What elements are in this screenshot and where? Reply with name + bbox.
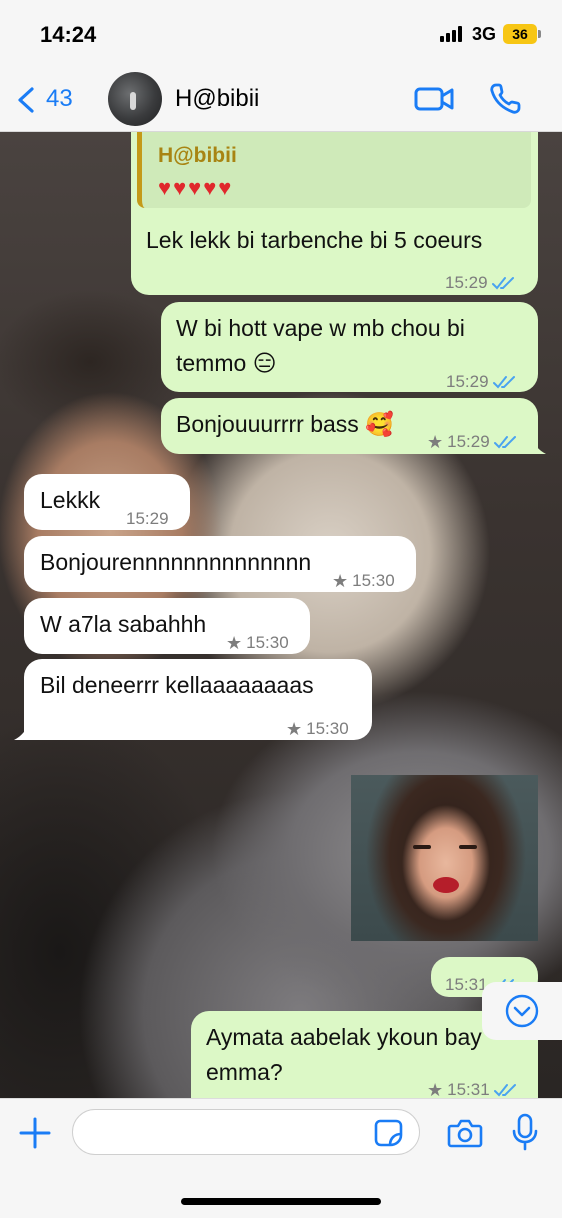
avatar[interactable] — [108, 72, 162, 126]
message-meta: ★ 15:30 — [286, 711, 349, 747]
message-text: Bonjourennnnnnnnnnnnnn — [40, 549, 312, 575]
phone-icon[interactable] — [488, 82, 522, 116]
photo-detail — [459, 845, 477, 849]
scroll-to-bottom-button[interactable] — [482, 982, 562, 1040]
microphone-icon[interactable] — [511, 1113, 539, 1151]
message-time: 15:29 — [447, 432, 490, 451]
message-meta: ★ 15:30 — [332, 563, 395, 599]
photo-detail — [433, 877, 459, 893]
message-bubble-incoming[interactable]: Bil deneerrr kellaaaaaaaas ★ 15:30 — [24, 659, 372, 740]
chat-header: 43 H@bibii — [0, 66, 562, 132]
message-text-line-2: emma? — [206, 1059, 283, 1085]
message-bubble-incoming[interactable]: Bonjourennnnnnnnnnnnnn ★ 15:30 — [24, 536, 416, 592]
quoted-sender: H@bibii — [158, 144, 237, 167]
message-text-line-1: W bi hott vape w mb chou bi — [176, 315, 465, 341]
battery-tip — [538, 30, 541, 38]
network-type: 3G — [472, 24, 497, 44]
battery-level: 36 — [512, 26, 528, 42]
message-bubble-incoming[interactable]: W a7la sabahhh ★ 15:30 — [24, 598, 310, 654]
message-bubble-incoming[interactable]: Lekkk 15:29 — [24, 474, 190, 530]
message-text: Bil deneerrr kellaaaaaaaas — [40, 672, 314, 698]
message-meta: 15:29 — [126, 501, 169, 537]
star-icon: ★ — [226, 633, 243, 653]
video-camera-icon[interactable] — [414, 84, 454, 114]
message-time: 15:29 — [126, 509, 169, 528]
message-text-line-2: temmo 😑 — [176, 350, 277, 376]
chevron-left-icon[interactable] — [14, 86, 40, 114]
double-check-icon — [491, 277, 514, 290]
photo-detail — [413, 845, 431, 849]
star-icon: ★ — [427, 432, 444, 452]
bubble-tail — [14, 722, 30, 740]
message-meta: 15:29 — [445, 265, 516, 301]
message-input[interactable] — [72, 1109, 420, 1155]
plus-icon[interactable] — [19, 1117, 51, 1149]
message-meta: ★ 15:29 — [427, 424, 518, 460]
message-text: W a7la sabahhh — [40, 611, 207, 637]
message-time: 15:30 — [352, 571, 395, 590]
message-text-line-1: Aymata aabelak ykoun bay — [206, 1024, 482, 1050]
message-bubble-outgoing[interactable]: Bonjouuurrrr bass 🥰 ★ 15:29 — [161, 398, 538, 454]
double-check-icon — [493, 436, 516, 449]
home-indicator — [181, 1198, 381, 1205]
contact-name[interactable]: H@bibii — [175, 85, 259, 113]
message-time: 15:29 — [445, 273, 488, 292]
message-meta: 15:29 — [446, 364, 517, 400]
star-icon: ★ — [286, 719, 303, 739]
double-check-icon — [493, 1084, 516, 1097]
double-check-icon — [492, 376, 515, 389]
battery-icon: 36 — [503, 24, 537, 44]
bubble-tail — [530, 436, 546, 454]
quoted-message[interactable]: H@bibii ♥♥♥♥♥ — [137, 132, 531, 208]
message-bubble-outgoing[interactable]: H@bibii ♥♥♥♥♥ Lek lekk bi tarbenche bi 5… — [131, 132, 538, 295]
message-time: 15:30 — [246, 633, 289, 652]
chevron-down-circle-icon — [505, 994, 539, 1028]
camera-icon[interactable] — [447, 1117, 483, 1149]
message-meta: ★ 15:30 — [226, 625, 289, 661]
message-text: Bonjouuurrrr bass 🥰 — [176, 411, 394, 437]
image-message[interactable] — [351, 775, 538, 941]
message-time: 15:29 — [446, 372, 489, 391]
message-text: Lek lekk bi tarbenche bi 5 coeurs — [146, 227, 483, 253]
message-bubble-outgoing[interactable]: W bi hott vape w mb chou bi temmo 😑 15:2… — [161, 302, 538, 392]
star-icon: ★ — [332, 571, 349, 591]
message-text: Lekkk — [40, 487, 101, 513]
status-bar: 14:24 3G 36 — [0, 0, 562, 66]
signal-strength-icon — [440, 26, 462, 42]
quoted-text: ♥♥♥♥♥ — [158, 175, 234, 200]
back-unread-count[interactable]: 43 — [46, 85, 73, 113]
sticker-icon[interactable] — [374, 1119, 404, 1147]
message-time: 15:30 — [306, 719, 349, 738]
status-time: 14:24 — [40, 22, 97, 47]
